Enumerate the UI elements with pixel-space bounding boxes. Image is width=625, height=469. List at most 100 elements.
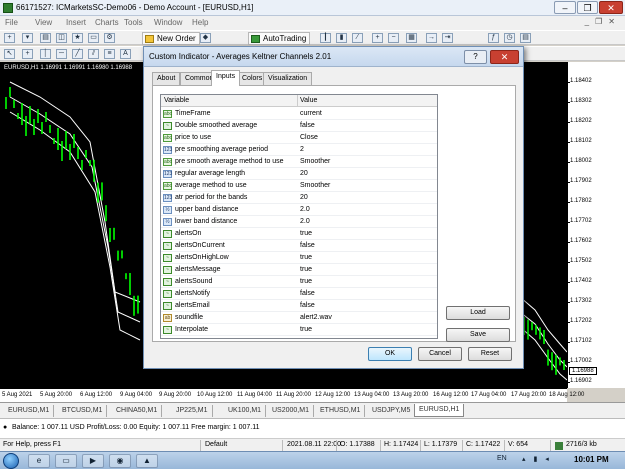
param-row[interactable]: abc TimeFrame current: [161, 108, 437, 120]
mdi-close-button[interactable]: ✕: [608, 17, 621, 26]
periodicity-icon[interactable]: ◷: [504, 33, 515, 43]
tile-windows-icon[interactable]: ▦: [406, 33, 417, 43]
menu-charts[interactable]: Charts: [95, 18, 119, 27]
symbol-tab[interactable]: ETHUSD,M1: [316, 405, 366, 417]
param-row[interactable]: ~ alertsOnCurrent false: [161, 240, 437, 252]
param-value[interactable]: 20: [300, 170, 308, 177]
menu-file[interactable]: File: [5, 18, 18, 27]
mdi-restore-button[interactable]: ❐: [595, 17, 608, 26]
param-value[interactable]: current: [300, 110, 322, 117]
media-player-icon[interactable]: ▶: [82, 454, 104, 468]
symbol-tab[interactable]: EURUSD,H1: [414, 404, 465, 417]
param-value[interactable]: true: [300, 278, 312, 285]
cursor-icon[interactable]: ↖: [4, 49, 15, 59]
explorer-icon[interactable]: ▭: [55, 454, 77, 468]
param-value[interactable]: true: [300, 230, 312, 237]
candlestick-icon[interactable]: ▮: [336, 33, 347, 43]
trendline-icon[interactable]: ╱: [72, 49, 83, 59]
new-order-button[interactable]: New Order: [142, 32, 200, 45]
start-button[interactable]: [3, 453, 19, 469]
autotrading-button[interactable]: AutoTrading: [248, 32, 311, 45]
autoscroll-icon[interactable]: →: [426, 33, 437, 43]
symbol-tab[interactable]: EURUSD,M1: [4, 405, 55, 417]
param-value[interactable]: 20: [300, 194, 308, 201]
indicators-icon[interactable]: ƒ: [488, 33, 499, 43]
param-value[interactable]: Smoother: [300, 182, 330, 189]
data-window-icon[interactable]: ◫: [56, 33, 67, 43]
strategy-tester-icon[interactable]: ⚙: [104, 33, 115, 43]
param-row[interactable]: ~ Double smoothed average false: [161, 120, 437, 132]
param-value[interactable]: false: [300, 242, 315, 249]
param-value[interactable]: true: [300, 254, 312, 261]
market-watch-icon[interactable]: ▤: [40, 33, 51, 43]
chrome-icon[interactable]: ◉: [109, 454, 131, 468]
param-row[interactable]: ~ alertsOnHighLow true: [161, 252, 437, 264]
param-value[interactable]: false: [300, 302, 315, 309]
menu-help[interactable]: Help: [192, 18, 208, 27]
menu-view[interactable]: View: [35, 18, 52, 27]
param-row[interactable]: ~ alertsEmail false: [161, 300, 437, 312]
param-value[interactable]: Close: [300, 134, 318, 141]
close-button[interactable]: ✕: [599, 1, 623, 14]
menu-tools[interactable]: Tools: [124, 18, 143, 27]
mdi-minimize-button[interactable]: _: [585, 17, 595, 26]
bar-chart-icon[interactable]: ┃: [320, 33, 331, 43]
templates-icon[interactable]: ▤: [520, 33, 531, 43]
save-button[interactable]: Save: [446, 328, 510, 342]
param-value[interactable]: true: [300, 326, 312, 333]
fibonacci-icon[interactable]: ≡: [104, 49, 115, 59]
new-chart-icon[interactable]: +: [4, 33, 15, 43]
param-row[interactable]: abc pre smooth average method to use Smoot…: [161, 156, 437, 168]
equidistant-channel-icon[interactable]: ⫽: [88, 49, 99, 59]
navigator-icon[interactable]: ★: [72, 33, 83, 43]
metatrader-icon[interactable]: ▲: [136, 454, 158, 468]
param-row[interactable]: ~ alertsOn true: [161, 228, 437, 240]
param-row[interactable]: ~ Interpolate true: [161, 324, 437, 336]
param-value[interactable]: 2.0: [300, 206, 310, 213]
zoom-out-icon[interactable]: −: [388, 33, 399, 43]
symbol-tab[interactable]: USDJPY,M5: [368, 405, 416, 417]
param-row[interactable]: ½ upper band distance 2.0: [161, 204, 437, 216]
clock[interactable]: 10:01 PM: [574, 455, 609, 464]
dialog-help-button[interactable]: ?: [464, 50, 487, 64]
param-row[interactable]: 123 pre smoothing average period 2: [161, 144, 437, 156]
param-value[interactable]: alert2.wav: [300, 314, 332, 321]
param-row[interactable]: ~ alertsMessage true: [161, 264, 437, 276]
symbol-tab[interactable]: CHINA50,M1: [112, 405, 163, 417]
symbol-tab[interactable]: US2000,M1: [268, 405, 314, 417]
param-row[interactable]: ~ alertsSound true: [161, 276, 437, 288]
param-row[interactable]: 123 atr period for the bands 20: [161, 192, 437, 204]
param-row[interactable]: 123 regular average length 20: [161, 168, 437, 180]
param-row[interactable]: abc price to use Close: [161, 132, 437, 144]
inputs-grid[interactable]: Variable Value abc TimeFrame current ~ Doubl…: [160, 94, 438, 339]
chart-shift-icon[interactable]: ⇥: [442, 33, 453, 43]
param-row[interactable]: ½ lower band distance 2.0: [161, 216, 437, 228]
param-value[interactable]: false: [300, 290, 315, 297]
horizontal-line-icon[interactable]: ─: [56, 49, 67, 59]
reset-button[interactable]: Reset: [468, 347, 512, 361]
load-button[interactable]: Load: [446, 306, 510, 320]
symbol-tab[interactable]: BTCUSD,M1: [58, 405, 108, 417]
column-variable[interactable]: Variable: [164, 97, 189, 104]
cancel-button[interactable]: Cancel: [418, 347, 462, 361]
param-row[interactable]: ab soundfile alert2.wav: [161, 312, 437, 324]
ie-icon[interactable]: e: [28, 454, 50, 468]
ok-button[interactable]: OK: [368, 347, 412, 361]
symbol-tab[interactable]: JP225,M1: [172, 405, 213, 417]
mdi-controls[interactable]: _❐✕: [585, 17, 621, 26]
minimize-button[interactable]: –: [554, 1, 576, 14]
dialog-close-button[interactable]: ✕: [490, 50, 519, 64]
param-value[interactable]: Smoother: [300, 158, 330, 165]
language-indicator[interactable]: EN: [497, 455, 507, 462]
terminal-icon[interactable]: ▭: [88, 33, 99, 43]
menu-insert[interactable]: Insert: [66, 18, 86, 27]
column-value[interactable]: Value: [300, 97, 317, 104]
param-value[interactable]: 2.0: [300, 218, 310, 225]
tab-visualization[interactable]: Visualization: [263, 72, 313, 85]
tray-icons[interactable]: ▴ ▮ ◂: [522, 455, 552, 463]
param-value[interactable]: true: [300, 266, 312, 273]
zoom-in-icon[interactable]: +: [372, 33, 383, 43]
profiles-icon[interactable]: ▾: [22, 33, 33, 43]
maximize-button[interactable]: ❐: [577, 1, 598, 14]
param-value[interactable]: 2: [300, 146, 304, 153]
